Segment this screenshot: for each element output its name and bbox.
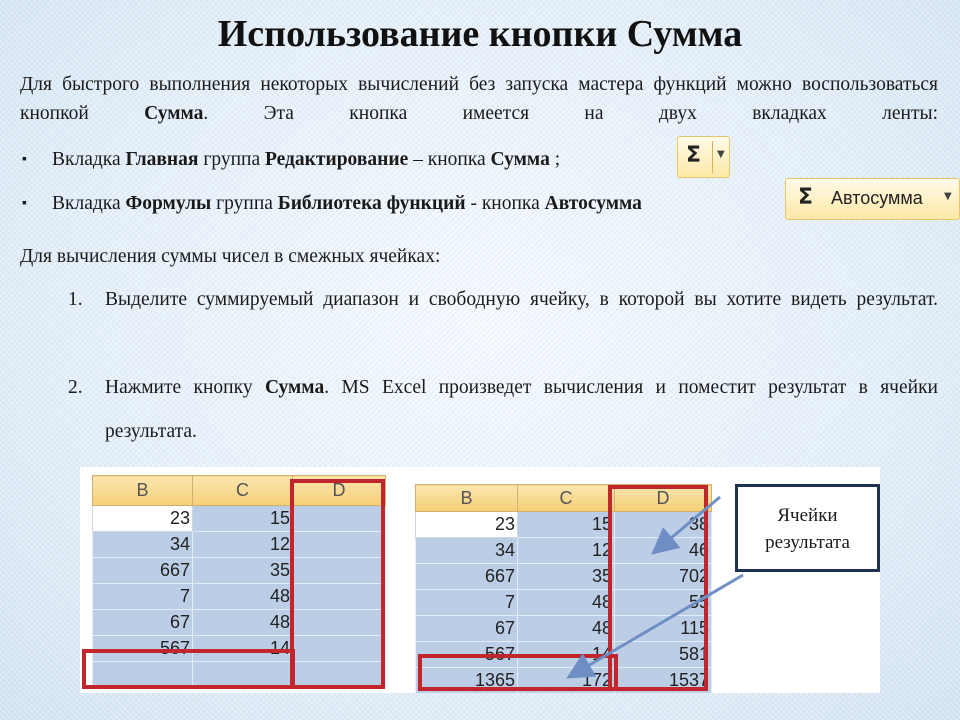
autosum-label: Автосумма xyxy=(831,188,923,208)
bullet-text: – кнопка xyxy=(408,149,491,170)
bullet-text: группа xyxy=(198,149,265,170)
bullet-text: группа xyxy=(211,193,278,214)
bullet-formulas-tab: ▪ Вкладка Формулы группа Библиотека функц… xyxy=(22,191,642,217)
autosum-button-image: Σ Автосумма ▼ xyxy=(785,178,960,220)
bullet-bold-tab: Главная xyxy=(125,149,199,170)
slide-title: Использование кнопки Сумма xyxy=(217,13,743,55)
step-text: Выделите суммируемый диапазон и свободну… xyxy=(105,289,938,310)
bullet-marker: ▪ xyxy=(22,196,27,211)
split-divider xyxy=(712,141,713,173)
bullet-home-tab: ▪ Вкладка Главная группа Редактирование –… xyxy=(22,147,560,173)
step-text-part: Нажмите кнопку xyxy=(105,377,265,398)
bullet-text: - кнопка xyxy=(465,193,545,214)
bullet-bold-group: Библиотека функций xyxy=(277,193,466,214)
dropdown-arrow-icon: ▼ xyxy=(944,191,952,202)
sum-button-image: Σ ▼ xyxy=(677,136,730,178)
intro-bold-sum: Сумма xyxy=(144,103,204,124)
step-bold-sum: Сумма xyxy=(264,377,325,398)
spreadsheet-example-image: B C D 23 15 34 12 667 35 7 48 67 48 567 … xyxy=(80,467,880,694)
sigma-icon: Σ xyxy=(798,185,814,210)
arrow-to-column-d xyxy=(651,495,721,555)
step-number: 1. xyxy=(68,289,83,310)
bullet-bold-button: Автосумма xyxy=(544,193,642,214)
intro-paragraph: Для быстрого выполнения некоторых вычисл… xyxy=(20,70,938,157)
dropdown-arrow-icon: ▼ xyxy=(717,149,725,160)
bullet-text: Вкладка xyxy=(52,149,126,170)
callout-line-2: результата xyxy=(765,532,850,553)
step-number: 2. xyxy=(68,377,83,398)
callout-line-1: Ячейки xyxy=(777,505,838,526)
intro-text-end: . Эта кнопка имеется на двух вкладках ле… xyxy=(203,103,938,124)
bullet-bold-tab: Формулы xyxy=(125,193,212,214)
sum-adjacent-paragraph: Для вычисления суммы чисел в смежных яче… xyxy=(20,246,441,267)
bullet-text: Вкладка xyxy=(52,193,126,214)
bullet-bold-button: Сумма xyxy=(490,149,550,170)
bullet-bold-group: Редактирование xyxy=(265,149,409,170)
sigma-icon: Σ xyxy=(686,143,702,168)
bullet-text: ; xyxy=(549,149,561,170)
result-cells-callout: Ячейки результата xyxy=(735,484,880,572)
arrow-to-total-row xyxy=(566,573,744,679)
bullet-marker: ▪ xyxy=(22,152,27,167)
